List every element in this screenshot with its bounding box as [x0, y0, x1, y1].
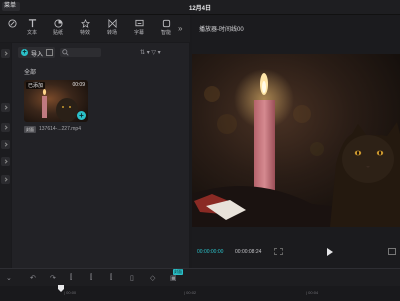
split-icon[interactable]: ⫿ [70, 274, 72, 282]
ruler-tick: | 00:00 [64, 290, 77, 295]
chevron-right-icon [3, 105, 8, 110]
top-bar: 菜单 12月4日 [0, 0, 400, 15]
sidebar-toggle-4[interactable] [1, 140, 10, 149]
caption-icon [134, 19, 144, 27]
asset-toolbar: 文本 贴纸 特效 转场 字幕 智能 » [0, 15, 190, 42]
aspect-ratio-icon[interactable] [274, 248, 283, 255]
delete-icon[interactable]: ▯ [130, 274, 134, 282]
tool-label: 转场 [106, 30, 117, 36]
transition-icon [107, 19, 117, 28]
chevron-right-icon [3, 51, 8, 56]
chevron-right-icon [3, 159, 8, 164]
tool-label: 字幕 [133, 30, 144, 36]
tool-sticker[interactable]: 贴纸 [46, 19, 70, 36]
left-sidebar [0, 43, 11, 268]
import-button[interactable]: + 导入 [18, 47, 55, 58]
split-left-icon[interactable]: ⫿ [90, 274, 92, 282]
tool-label: 智能 [160, 30, 171, 36]
search-icon [62, 49, 69, 56]
ruler-tick: | 00:04 [306, 290, 319, 295]
tool-smart[interactable]: 智能 [154, 19, 178, 36]
tool-effects[interactable]: 特效 [73, 19, 97, 36]
undo-icon[interactable]: ↶ [30, 274, 36, 282]
split-right-icon[interactable]: ⫿ [110, 274, 112, 282]
media-panel: + 导入 ⇅ ▾ ▽ ▾ 全部 已添加 00:09 + 封面 137614-..… [12, 43, 189, 268]
added-badge: 已添加 [26, 82, 46, 89]
tool-label: 特效 [79, 30, 90, 36]
chevron-right-icon [3, 177, 8, 182]
total-duration: 00:00:08:24 [235, 249, 262, 255]
tool-label: 文本 [26, 30, 37, 36]
effects-icon [80, 19, 90, 28]
redo-icon[interactable]: ↷ [50, 274, 56, 282]
search-input[interactable] [60, 48, 101, 57]
tool-transition[interactable]: 转场 [100, 19, 124, 36]
video-frame-image [192, 54, 400, 227]
clip-file-info: 封面 137614-...227.mp4 [24, 126, 104, 134]
tool-label: 贴纸 [52, 30, 63, 36]
smart-icon [162, 19, 170, 28]
sidebar-toggle-5[interactable] [1, 157, 10, 166]
playhead[interactable] [58, 285, 64, 294]
player-title: 播放器-时间线00 [199, 27, 244, 33]
plus-icon: + [21, 49, 28, 56]
media-icon [7, 19, 17, 28]
sidebar-toggle-3[interactable] [1, 123, 10, 132]
sidebar-toggle-2[interactable] [1, 103, 10, 112]
add-to-timeline-button[interactable]: + [77, 111, 86, 120]
timeline-panel: ⌄ ↶ ↷ ⫿ ⫿ ⫿ ▯ ◇ ▣ 封面 | 00:00 | 00:02 | 0… [0, 268, 400, 301]
ruler-tick: | 00:02 [184, 290, 197, 295]
player-panel: 播放器-时间线00 00:00:00:00 00:00:08:24 [192, 15, 400, 268]
sort-filter-controls[interactable]: ⇅ ▾ ▽ ▾ [140, 49, 161, 56]
current-time: 00:00:00:00 [197, 249, 224, 255]
sidebar-toggle-6[interactable] [1, 175, 10, 184]
tool-text[interactable]: 文本 [20, 19, 44, 36]
fullscreen-icon[interactable] [388, 248, 396, 255]
cover-tag: 封面 [173, 269, 183, 275]
tool-caption[interactable]: 字幕 [127, 19, 151, 36]
media-clip-thumbnail[interactable]: 已添加 00:09 + [24, 80, 88, 122]
chevron-right-icon [3, 125, 8, 130]
select-tool-icon[interactable]: ⌄ [6, 274, 12, 282]
file-tag: 封面 [24, 126, 36, 133]
mark-icon[interactable]: ◇ [150, 274, 155, 282]
video-preview[interactable] [192, 54, 400, 227]
chevron-right-icon [3, 142, 8, 147]
text-icon [28, 19, 36, 28]
sidebar-toggle-1[interactable] [1, 49, 10, 58]
clip-file-name: 137614-...227.mp4 [39, 126, 81, 132]
project-title: 12月4日 [188, 6, 211, 12]
play-icon[interactable] [327, 248, 333, 256]
grid-view-icon[interactable] [46, 49, 53, 56]
import-label: 导入 [31, 52, 44, 58]
more-tools-button[interactable]: » [178, 24, 182, 33]
clip-duration: 00:09 [72, 82, 85, 88]
sticker-icon [53, 19, 63, 28]
all-category-label: 全部 [24, 70, 37, 76]
cover-icon[interactable]: ▣ [170, 274, 177, 282]
